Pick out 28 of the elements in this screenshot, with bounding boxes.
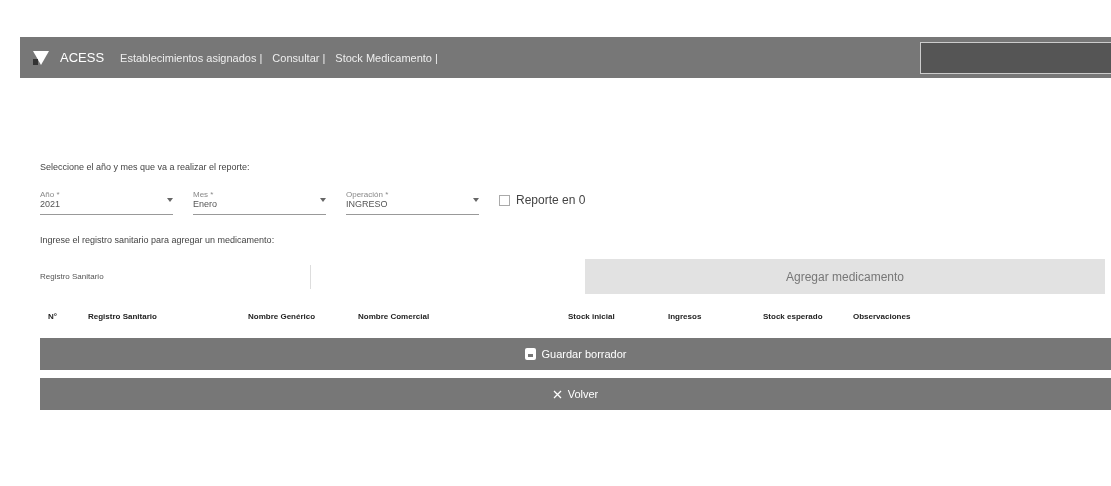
caret-icon	[167, 197, 173, 202]
checkbox[interactable]: Reporte en 0	[499, 193, 586, 207]
column-header: Nombre Genérico	[248, 311, 317, 321]
caret-icon	[320, 197, 326, 202]
caret-icon	[473, 197, 479, 202]
instruction-text: Ingrese el registro sanitario para agregar un medicamento:	[40, 235, 276, 245]
close-icon	[552, 389, 562, 399]
search-field[interactable]	[920, 41, 1111, 74]
column-header: N°	[48, 311, 58, 321]
save-button[interactable]: Guardar borrador	[40, 338, 1111, 370]
select-field[interactable]: Operación * INGRESO	[346, 190, 479, 215]
select-field[interactable]: Mes * Enero	[193, 190, 326, 215]
back-button[interactable]: Volver	[40, 378, 1111, 410]
column-header: Stock inicial	[568, 311, 616, 321]
brand-name: ACESS	[60, 50, 105, 65]
shield-logo-icon	[32, 49, 50, 66]
column-header: Ingresos	[668, 311, 703, 321]
nav-link[interactable]: Consultar |	[272, 51, 326, 64]
lock-icon	[524, 348, 536, 360]
instruction-text: Seleccione el año y mes que va a realizar el reporte:	[40, 162, 251, 172]
nav-link[interactable]: Stock Medicamento |	[335, 51, 438, 64]
input-field[interactable]: Registro Sanitario	[40, 264, 311, 289]
select-field[interactable]: Año * 2021	[40, 190, 173, 215]
nav-link[interactable]: Establecimientos asignados |	[120, 51, 263, 64]
column-header: Stock esperado	[763, 311, 824, 321]
column-header: Observaciones	[853, 311, 912, 321]
column-header: Nombre Comercial	[358, 311, 431, 321]
column-header: Registro Sanitario	[88, 311, 158, 321]
